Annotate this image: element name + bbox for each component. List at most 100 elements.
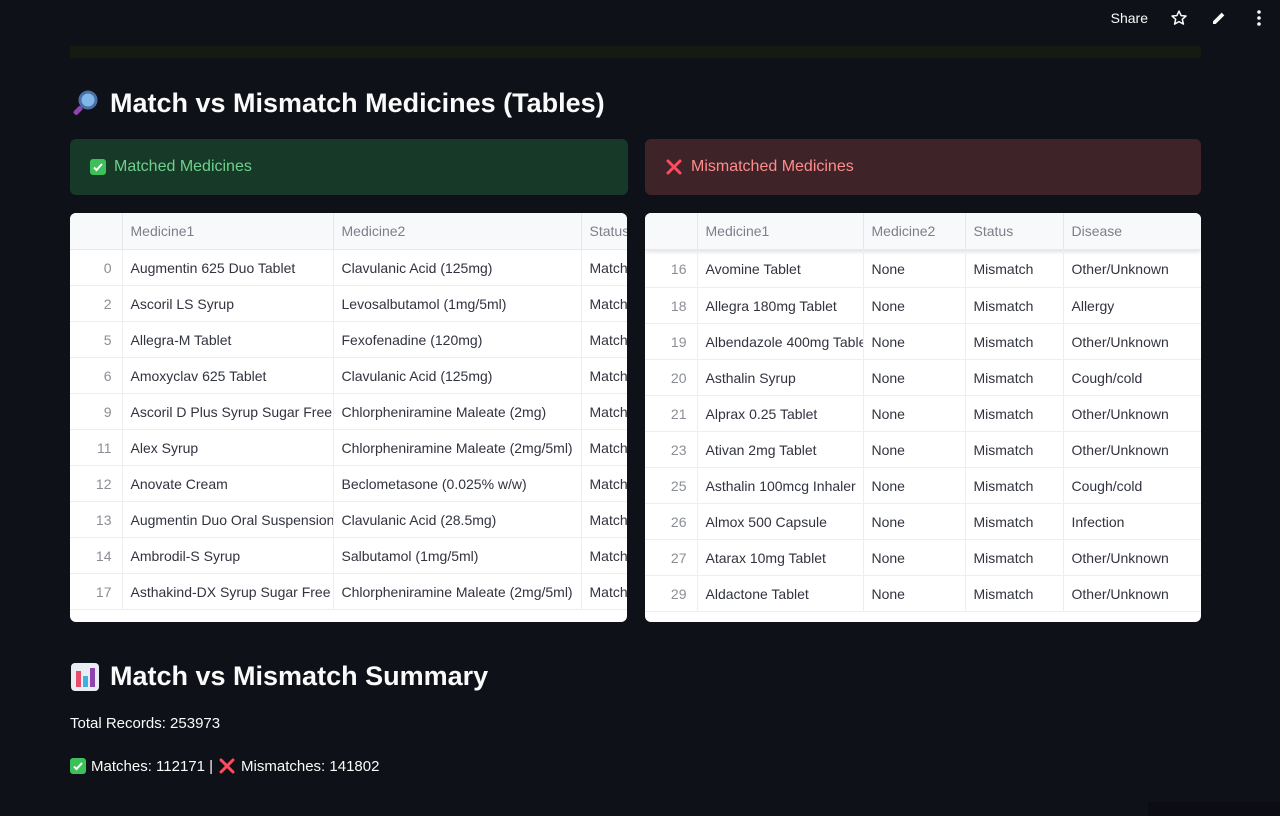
table-cell[interactable]: Asthalin Syrup bbox=[697, 359, 864, 396]
table-cell[interactable]: Mismatch bbox=[965, 431, 1064, 468]
table-cell[interactable]: Mismatch bbox=[965, 395, 1064, 432]
table-cell[interactable]: None bbox=[863, 539, 966, 576]
table-row[interactable]: 16 Avomine Tablet None Mismatch Other/Unknow… bbox=[645, 249, 1201, 288]
table-cell[interactable]: Chlorpheniramine Maleate (2mg/5ml) bbox=[333, 573, 582, 610]
table-cell[interactable]: Mismatch bbox=[965, 503, 1064, 540]
column-header[interactable]: Status bbox=[581, 213, 627, 250]
table-row[interactable]: 17 Asthakind-DX Syrup Sugar Free Chlorphen… bbox=[70, 573, 627, 610]
table-cell[interactable]: Aldactone Tablet bbox=[697, 575, 864, 612]
table-row[interactable]: 29 Aldactone Tablet None Mismatch Other/Unkn… bbox=[645, 575, 1201, 612]
table-cell[interactable]: None bbox=[863, 575, 966, 612]
table-cell[interactable]: Clavulanic Acid (125mg) bbox=[333, 249, 582, 286]
table-cell[interactable]: Asthakind-DX Syrup Sugar Free bbox=[122, 573, 334, 610]
table-cell[interactable]: Clavulanic Acid (125mg) bbox=[333, 357, 582, 394]
table-cell[interactable]: Other/Unknown bbox=[1063, 395, 1201, 432]
table-cell[interactable]: None bbox=[863, 287, 966, 324]
table-cell[interactable]: Allegra 180mg Tablet bbox=[697, 287, 864, 324]
table-cell[interactable]: None bbox=[863, 503, 966, 540]
table-cell[interactable]: None bbox=[863, 359, 966, 396]
table-cell[interactable]: Match bbox=[581, 465, 627, 502]
table-row[interactable]: 0 Augmentin 625 Duo Tablet Clavulanic Aci… bbox=[70, 249, 627, 286]
table-cell[interactable]: Mismatch bbox=[965, 287, 1064, 324]
table-cell[interactable]: Levosalbutamol (1mg/5ml) bbox=[333, 285, 582, 322]
table-cell[interactable]: Cough/cold bbox=[1063, 467, 1201, 504]
table-row[interactable]: 23 Ativan 2mg Tablet None Mismatch Other/Unk… bbox=[645, 431, 1201, 468]
table-cell[interactable]: Allegra-M Tablet bbox=[122, 321, 334, 358]
table-cell[interactable]: Ascoril LS Syrup bbox=[122, 285, 334, 322]
table-row[interactable]: 5 Allegra-M Tablet Fexofenadine (120mg) Mat… bbox=[70, 321, 627, 358]
table-cell[interactable]: Atarax 10mg Tablet bbox=[697, 539, 864, 576]
table-row[interactable]: 26 Almox 500 Capsule None Mismatch Infection bbox=[645, 503, 1201, 540]
column-header[interactable]: Medicine1 bbox=[122, 213, 334, 250]
table-cell[interactable]: Augmentin Duo Oral Suspension bbox=[122, 501, 334, 538]
mismatched-medicines-table[interactable]: Medicine1 Medicine2 Status Disease 16 Avo… bbox=[645, 213, 1201, 622]
column-header[interactable]: Medicine1 bbox=[697, 213, 864, 250]
table-cell[interactable]: Avomine Tablet bbox=[697, 249, 864, 288]
more-vertical-icon[interactable] bbox=[1250, 9, 1268, 27]
table-cell[interactable]: Infection bbox=[1063, 503, 1201, 540]
table-row[interactable]: 14 Ambrodil-S Syrup Salbutamol (1mg/5ml) Ma… bbox=[70, 537, 627, 574]
table-cell[interactable]: Other/Unknown bbox=[1063, 539, 1201, 576]
table-cell[interactable]: Chlorpheniramine Maleate (2mg/5ml) bbox=[333, 429, 582, 466]
table-cell[interactable]: None bbox=[863, 249, 966, 288]
table-row[interactable]: 9 Ascoril D Plus Syrup Sugar Free Chlorphe… bbox=[70, 393, 627, 430]
table-row[interactable]: 20 Asthalin Syrup None Mismatch Cough/cold bbox=[645, 359, 1201, 396]
share-button[interactable]: Share bbox=[1111, 10, 1148, 26]
table-cell[interactable]: Augmentin 625 Duo Tablet bbox=[122, 249, 334, 286]
table-cell[interactable]: Chlorpheniramine Maleate (2mg) bbox=[333, 393, 582, 430]
table-cell[interactable]: Other/Unknown bbox=[1063, 575, 1201, 612]
table-row[interactable]: 27 Atarax 10mg Tablet None Mismatch Other/Un… bbox=[645, 539, 1201, 576]
table-cell[interactable]: Other/Unknown bbox=[1063, 249, 1201, 288]
table-cell[interactable]: Mismatch bbox=[965, 539, 1064, 576]
table-cell[interactable]: Match bbox=[581, 429, 627, 466]
table-cell[interactable]: Match bbox=[581, 393, 627, 430]
table-row[interactable]: 25 Asthalin 100mcg Inhaler None Mismatch Cou… bbox=[645, 467, 1201, 504]
table-cell[interactable]: Alprax 0.25 Tablet bbox=[697, 395, 864, 432]
table-cell[interactable]: Salbutamol (1mg/5ml) bbox=[333, 537, 582, 574]
table-cell[interactable]: Amoxyclav 625 Tablet bbox=[122, 357, 334, 394]
table-row[interactable]: 19 Albendazole 400mg Tablet None Mismatch Ot… bbox=[645, 323, 1201, 360]
table-cell[interactable]: Mismatch bbox=[965, 323, 1064, 360]
table-cell[interactable]: None bbox=[863, 323, 966, 360]
table-cell[interactable]: Mismatch bbox=[965, 467, 1064, 504]
table-row[interactable]: 11 Alex Syrup Chlorpheniramine Maleate (2m… bbox=[70, 429, 627, 466]
table-cell[interactable]: None bbox=[863, 431, 966, 468]
table-cell[interactable]: Allergy bbox=[1063, 287, 1201, 324]
table-cell[interactable]: Clavulanic Acid (28.5mg) bbox=[333, 501, 582, 538]
column-header[interactable] bbox=[645, 213, 698, 250]
table-cell[interactable]: Ambrodil-S Syrup bbox=[122, 537, 334, 574]
table-cell[interactable]: Mismatch bbox=[965, 575, 1064, 612]
table-cell[interactable]: Mismatch bbox=[965, 249, 1064, 288]
table-cell[interactable]: Ativan 2mg Tablet bbox=[697, 431, 864, 468]
table-cell[interactable]: Asthalin 100mcg Inhaler bbox=[697, 467, 864, 504]
table-cell[interactable]: None bbox=[863, 395, 966, 432]
table-row[interactable]: 21 Alprax 0.25 Tablet None Mismatch Other/Un… bbox=[645, 395, 1201, 432]
table-cell[interactable]: Fexofenadine (120mg) bbox=[333, 321, 582, 358]
table-cell[interactable]: Match bbox=[581, 249, 627, 286]
column-header[interactable]: Medicine2 bbox=[333, 213, 582, 250]
column-header[interactable] bbox=[70, 213, 123, 250]
matched-medicines-table[interactable]: Medicine1 Medicine2 Status 0 Augmentin 62… bbox=[70, 213, 627, 622]
table-cell[interactable]: Match bbox=[581, 537, 627, 574]
star-icon[interactable] bbox=[1170, 9, 1188, 27]
column-header[interactable]: Disease bbox=[1063, 213, 1201, 250]
table-cell[interactable]: Match bbox=[581, 357, 627, 394]
table-cell[interactable]: Match bbox=[581, 285, 627, 322]
table-cell[interactable]: Almox 500 Capsule bbox=[697, 503, 864, 540]
pencil-icon[interactable] bbox=[1210, 9, 1228, 27]
table-cell[interactable]: Match bbox=[581, 321, 627, 358]
column-header[interactable]: Status bbox=[965, 213, 1064, 250]
table-cell[interactable]: Match bbox=[581, 573, 627, 610]
table-cell[interactable]: Cough/cold bbox=[1063, 359, 1201, 396]
table-cell[interactable]: None bbox=[863, 467, 966, 504]
table-row[interactable]: 6 Amoxyclav 625 Tablet Clavulanic Acid (1… bbox=[70, 357, 627, 394]
table-cell[interactable]: Albendazole 400mg Tablet bbox=[697, 323, 864, 360]
table-cell[interactable]: Other/Unknown bbox=[1063, 323, 1201, 360]
table-cell[interactable]: Other/Unknown bbox=[1063, 431, 1201, 468]
table-cell[interactable]: Ascoril D Plus Syrup Sugar Free bbox=[122, 393, 334, 430]
table-cell[interactable]: Alex Syrup bbox=[122, 429, 334, 466]
table-cell[interactable]: Anovate Cream bbox=[122, 465, 334, 502]
table-cell[interactable]: Match bbox=[581, 501, 627, 538]
table-cell[interactable]: Beclometasone (0.025% w/w) bbox=[333, 465, 582, 502]
column-header[interactable]: Medicine2 bbox=[863, 213, 966, 250]
